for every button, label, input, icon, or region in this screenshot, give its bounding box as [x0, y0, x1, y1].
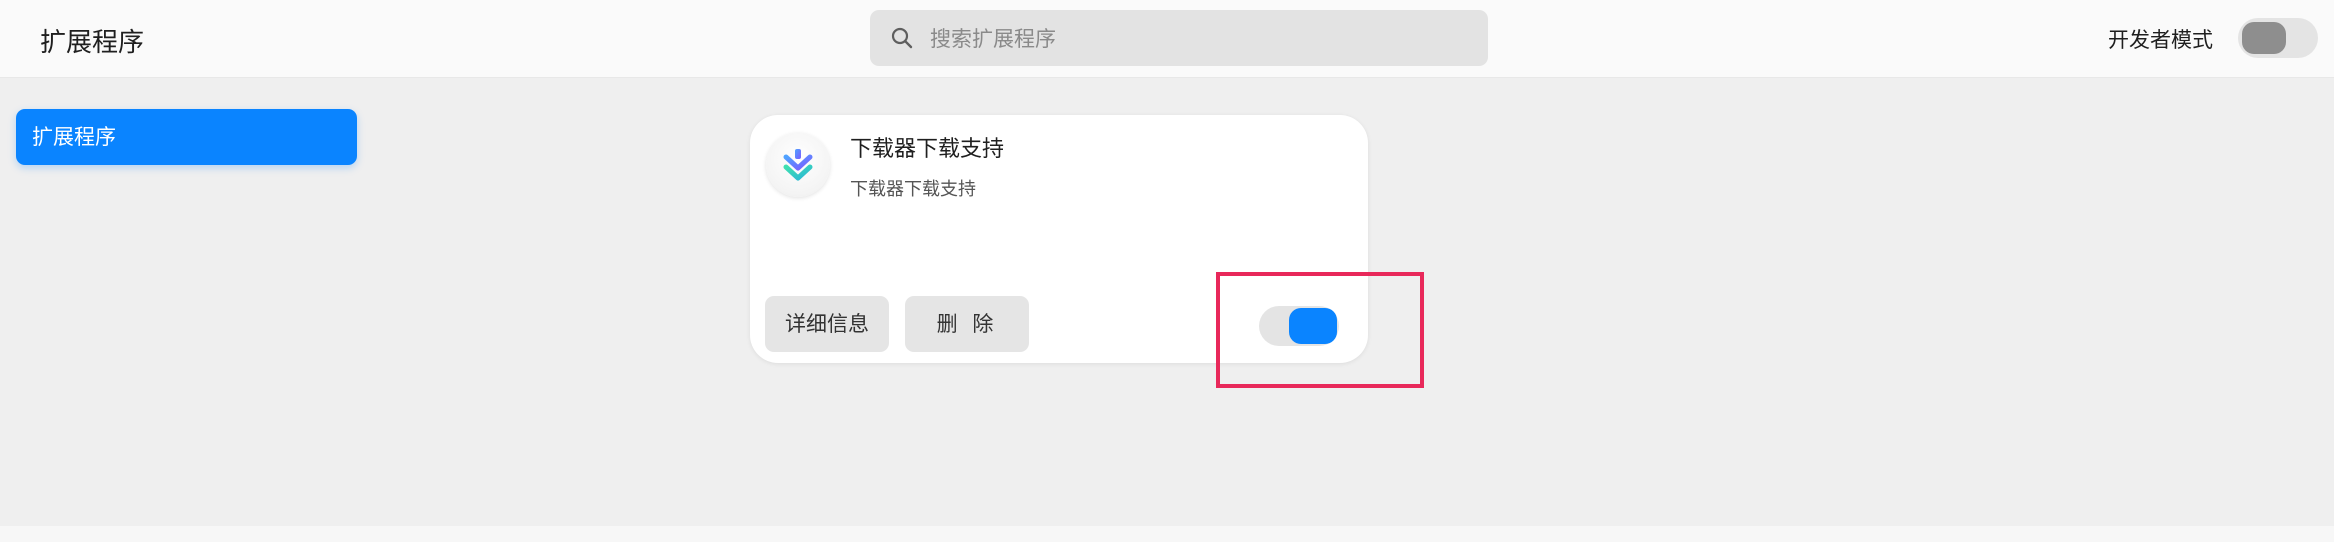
top-bar: 扩展程序 开发者模式: [0, 0, 2334, 78]
extension-name: 下载器下载支持: [850, 137, 1005, 162]
download-chevrons-icon: [766, 133, 830, 197]
developer-mode-toggle[interactable]: [2238, 18, 2318, 58]
search-icon: [890, 26, 914, 50]
remove-button[interactable]: 删 除: [905, 296, 1029, 352]
sidebar-item-extensions[interactable]: 扩展程序: [16, 109, 357, 165]
bottom-strip: [0, 526, 2334, 542]
toggle-knob: [2242, 22, 2286, 54]
page-title: 扩展程序: [40, 28, 145, 58]
developer-mode-label: 开发者模式: [2108, 28, 2213, 52]
extension-description: 下载器下载支持: [850, 179, 976, 200]
search-box[interactable]: [870, 10, 1488, 68]
highlight-annotation-box: [1216, 272, 1424, 388]
details-button[interactable]: 详细信息: [765, 296, 889, 352]
search-input[interactable]: [928, 10, 1472, 68]
